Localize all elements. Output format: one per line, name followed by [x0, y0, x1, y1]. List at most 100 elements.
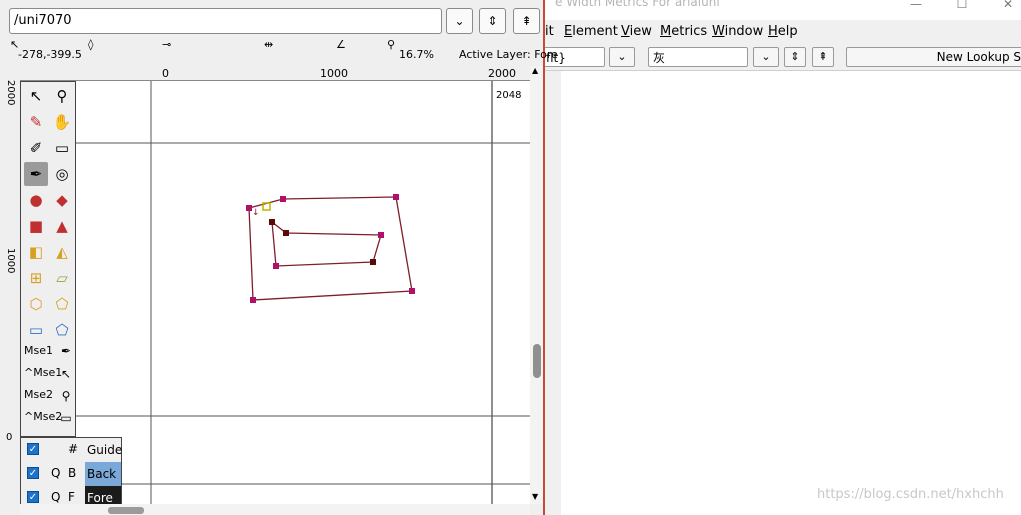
metrics-toolbar: flt} ⌄ 灰 ⌄ ⇕ ⇞ New Lookup S: [541, 44, 1021, 71]
checkbox-icon[interactable]: ✓: [27, 443, 39, 455]
freehand-tool-icon[interactable]: ✎: [24, 110, 48, 134]
script-dropdown-button[interactable]: ⌄: [609, 47, 635, 67]
rectangle-tool-icon[interactable]: ▭: [24, 318, 48, 342]
horizontal-scrollbar[interactable]: [20, 504, 530, 515]
pen-tool-icon[interactable]: ✒: [24, 162, 48, 186]
tools-palette: ↖ ⚲ ✎ ✋ ✐ ▭ ✒ ◎ ● ◆ ■ ▲ ◧ ◭ ⊞ ▱ ⬡ ⬠ ▭ ⬠ …: [20, 81, 76, 437]
mouse2-label: Mse2: [24, 388, 53, 401]
advance-width-label: 2048: [496, 90, 521, 101]
zoom-level: 16.7%: [399, 48, 434, 61]
scroll-hand-icon[interactable]: ✋: [50, 110, 74, 134]
hv-curve-point-icon[interactable]: ◆: [50, 188, 74, 212]
watermark: https://blog.csdn.net/hxhchh: [817, 487, 1004, 502]
vertical-ruler: 2000 1000 0: [4, 80, 20, 504]
layer-col2: F: [68, 490, 75, 504]
minimize-icon[interactable]: —: [908, 0, 924, 11]
on-curve-point[interactable]: [409, 288, 415, 294]
spiro-tool-icon[interactable]: ◎: [50, 162, 74, 186]
layer-col1: Q: [51, 490, 61, 504]
mouse1-label: Mse1: [24, 344, 53, 357]
chevron-down-icon: ⌄: [617, 50, 627, 63]
direction-arrow-icon: ↓: [252, 208, 260, 218]
status-row: ↖ -278,-399.5 ◊ ⊸ ⇹ ∠ ⚲ 16.7% Active Lay…: [0, 38, 558, 62]
metrics-scrollbar[interactable]: [545, 71, 562, 515]
glyph-prev-button[interactable]: ⇕: [784, 47, 806, 67]
on-curve-point[interactable]: [378, 232, 384, 238]
up-down-arrow-icon: ⇕: [487, 14, 498, 28]
on-curve-point[interactable]: [280, 196, 286, 202]
new-lookup-button[interactable]: New Lookup S: [846, 47, 1021, 67]
control-point[interactable]: [370, 259, 376, 265]
glyph-name-field[interactable]: /uni7070: [9, 8, 442, 34]
3d-rotate-tool-icon[interactable]: ⬡: [24, 292, 48, 316]
chevron-down-icon: ⌄: [454, 14, 465, 28]
pointer-tool-icon: ↖: [60, 367, 72, 381]
checkbox-icon[interactable]: ✓: [27, 467, 39, 479]
perspective-tool-icon[interactable]: ⬠: [50, 292, 74, 316]
ruler-h-label: 1000: [320, 67, 348, 80]
magnify-tool-icon: ⚲: [61, 389, 71, 403]
skew-tool-icon[interactable]: ▱: [50, 266, 74, 290]
control-point[interactable]: [283, 230, 289, 236]
layer-col1: Q: [51, 466, 61, 480]
ruler-v-label: 1000: [5, 248, 16, 274]
knife-tool-icon[interactable]: ✐: [24, 136, 48, 160]
menu-help[interactable]: Help: [768, 24, 798, 39]
glyph-prev-button[interactable]: ⇕: [479, 8, 506, 34]
rotate-point-icon: ⊸: [162, 38, 172, 51]
menu-edit[interactable]: it: [545, 24, 554, 39]
up-arrow-icon: ⇞: [521, 14, 532, 28]
ruler-tool-icon[interactable]: ▭: [50, 136, 74, 160]
scroll-down-icon[interactable]: ▼: [532, 492, 538, 501]
layer-name[interactable]: Back: [85, 462, 121, 486]
glyph-next-button[interactable]: ⇞: [513, 8, 540, 34]
menu-metrics[interactable]: Metrics: [660, 24, 707, 39]
outer-contour[interactable]: [248, 196, 413, 301]
metrics-canvas[interactable]: [561, 71, 1021, 515]
glyph-next-button[interactable]: ⇞: [812, 47, 834, 67]
metrics-title: e Width Metrics For arialuni: [555, 0, 720, 9]
on-curve-point[interactable]: [393, 194, 399, 200]
ruler-h-label: 2000: [488, 67, 516, 80]
scale-tool-icon[interactable]: ◧: [24, 240, 48, 264]
ruler-v-label: 2000: [5, 80, 16, 106]
scroll-thumb[interactable]: [108, 507, 144, 514]
chevron-down-icon: ⌄: [761, 50, 771, 63]
pointer-tool-icon[interactable]: ↖: [24, 84, 48, 108]
menu-view[interactable]: View: [621, 24, 652, 39]
horizontal-ruler: 0 1000 2000: [4, 66, 532, 81]
on-curve-point[interactable]: [250, 297, 256, 303]
inner-contour[interactable]: [271, 220, 382, 267]
glyph-dropdown-button[interactable]: ⌄: [446, 8, 473, 34]
layer-row-back[interactable]: ✓ Q B Back: [21, 462, 121, 486]
distance-icon: ⇹: [264, 38, 274, 51]
scroll-thumb[interactable]: [533, 344, 541, 378]
metrics-title-bar: e Width Metrics For arialuni — ☐ ✕: [545, 0, 1021, 20]
pen-tool-icon: ✒: [60, 344, 72, 358]
scroll-up-icon[interactable]: ▲: [532, 66, 538, 75]
corner-point-icon[interactable]: ■: [24, 214, 48, 238]
menu-element[interactable]: Element: [564, 24, 618, 39]
layer-col2: B: [68, 466, 77, 480]
vertical-scrollbar[interactable]: ▲ ▼: [530, 66, 543, 504]
metrics-menubar: it Element View Metrics Window Help: [545, 20, 1021, 44]
rotate-tool-icon[interactable]: ◭: [50, 240, 74, 264]
glyph-dropdown-button[interactable]: ⌄: [753, 47, 779, 67]
tangent-point-icon[interactable]: ▲: [50, 214, 74, 238]
layer-name[interactable]: Guide: [85, 438, 122, 462]
magnify-tool-icon[interactable]: ⚲: [50, 84, 74, 108]
layer-row-guide[interactable]: ✓ # Guide: [21, 438, 122, 462]
menu-window[interactable]: Window: [712, 24, 763, 39]
close-icon[interactable]: ✕: [1000, 0, 1016, 11]
maximize-icon[interactable]: ☐: [954, 0, 970, 11]
ruler-h-label: 0: [162, 67, 169, 80]
curve-point-icon[interactable]: ●: [24, 188, 48, 212]
checkbox-icon[interactable]: ✓: [27, 491, 39, 503]
point-icon: ◊: [88, 38, 94, 51]
cursor-position: -278,-399.5: [18, 48, 82, 61]
on-curve-point[interactable]: [273, 263, 279, 269]
up-down-arrow-icon: ⇕: [790, 50, 800, 63]
control-point[interactable]: [269, 219, 275, 225]
glyph-field[interactable]: 灰: [648, 47, 748, 67]
flip-tool-icon[interactable]: ⊞: [24, 266, 48, 290]
